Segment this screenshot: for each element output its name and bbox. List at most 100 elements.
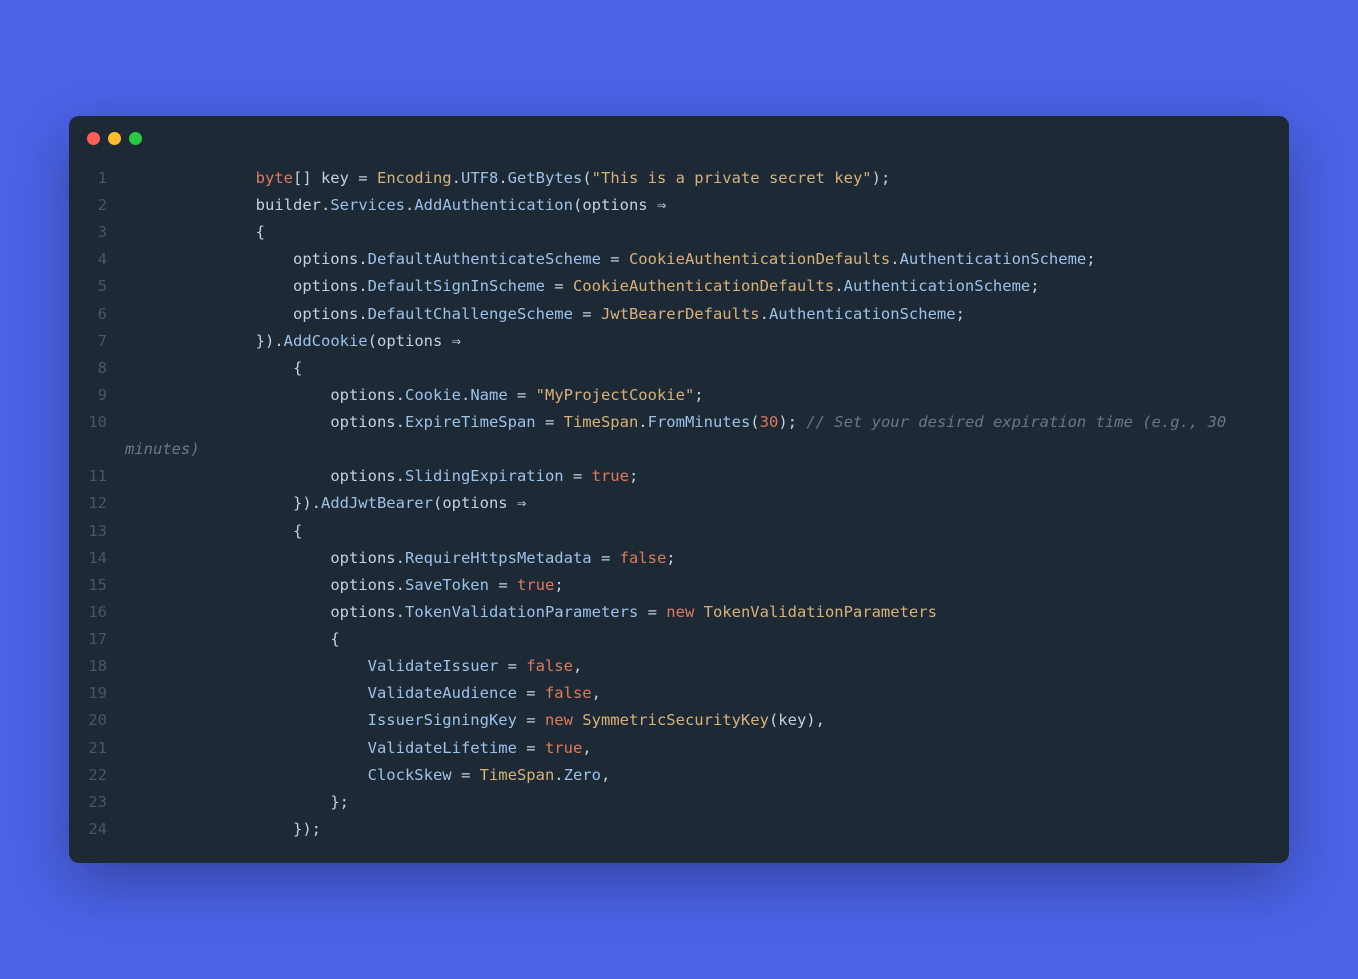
token [125, 305, 293, 323]
code-content: { [125, 626, 1271, 653]
token: GetBytes [508, 169, 583, 187]
token: }). [125, 332, 284, 350]
token: SymmetricSecurityKey [582, 711, 769, 729]
code-line[interactable]: 12 }).AddJwtBearer(options ⇒ [87, 490, 1271, 517]
token: ClockSkew [368, 766, 452, 784]
code-line[interactable]: 10 options.ExpireTimeSpan = TimeSpan.Fro… [87, 409, 1271, 463]
code-line[interactable]: 1 byte[] key = Encoding.UTF8.GetBytes("T… [87, 165, 1271, 192]
token: byte [256, 169, 293, 187]
code-editor[interactable]: 1 byte[] key = Encoding.UTF8.GetBytes("T… [69, 159, 1289, 863]
token: ⇒ [508, 494, 527, 512]
token: . [405, 196, 414, 214]
token: { [125, 522, 302, 540]
token: RequireHttpsMetadata [405, 549, 592, 567]
code-content: }).AddJwtBearer(options ⇒ [125, 490, 1271, 517]
line-number: 22 [87, 762, 125, 789]
token: = [564, 467, 592, 485]
minimize-icon[interactable] [108, 132, 121, 145]
token: IssuerSigningKey [368, 711, 517, 729]
code-line[interactable]: 22 ClockSkew = TimeSpan.Zero, [87, 762, 1271, 789]
token: ; [666, 549, 675, 567]
code-content: }; [125, 789, 1271, 816]
code-line[interactable]: 11 options.SlidingExpiration = true; [87, 463, 1271, 490]
token: . [554, 766, 563, 784]
token: false [545, 684, 592, 702]
code-content: { [125, 518, 1271, 545]
token: { [125, 223, 265, 241]
token: options [330, 386, 395, 404]
code-line[interactable]: 23 }; [87, 789, 1271, 816]
code-line[interactable]: 7 }).AddCookie(options ⇒ [87, 328, 1271, 355]
code-line[interactable]: 3 { [87, 219, 1271, 246]
token: . [461, 386, 470, 404]
code-line[interactable]: 16 options.TokenValidationParameters = n… [87, 599, 1271, 626]
token: . [321, 196, 330, 214]
token: SlidingExpiration [405, 467, 564, 485]
close-icon[interactable] [87, 132, 100, 145]
code-content: ValidateAudience = false, [125, 680, 1271, 707]
token: options [330, 576, 395, 594]
line-number: 19 [87, 680, 125, 707]
token: AddCookie [284, 332, 368, 350]
token: 30 [760, 413, 779, 431]
code-line[interactable]: 4 options.DefaultAuthenticateScheme = Co… [87, 246, 1271, 273]
token: . [396, 467, 405, 485]
code-content: ValidateIssuer = false, [125, 653, 1271, 680]
code-line[interactable]: 6 options.DefaultChallengeScheme = JwtBe… [87, 301, 1271, 328]
token: UTF8 [461, 169, 498, 187]
token: AuthenticationScheme [769, 305, 956, 323]
line-number: 3 [87, 219, 125, 246]
code-line[interactable]: 17 { [87, 626, 1271, 653]
token: ( [769, 711, 778, 729]
line-number: 14 [87, 545, 125, 572]
token: = [592, 549, 620, 567]
token: SaveToken [405, 576, 489, 594]
code-line[interactable]: 13 { [87, 518, 1271, 545]
line-number: 6 [87, 301, 125, 328]
code-line[interactable]: 15 options.SaveToken = true; [87, 572, 1271, 599]
line-number: 5 [87, 273, 125, 300]
token: DefaultChallengeScheme [368, 305, 573, 323]
token: CookieAuthenticationDefaults [629, 250, 890, 268]
code-line[interactable]: 18 ValidateIssuer = false, [87, 653, 1271, 680]
token: TimeSpan [564, 413, 639, 431]
token: Zero [564, 766, 601, 784]
code-content: IssuerSigningKey = new SymmetricSecurity… [125, 707, 1271, 734]
line-number: 4 [87, 246, 125, 273]
token: ); [872, 169, 891, 187]
token: ValidateAudience [368, 684, 517, 702]
token: . [396, 386, 405, 404]
token: AddJwtBearer [321, 494, 433, 512]
token: , [592, 684, 601, 702]
token: [] key = [293, 169, 377, 187]
token: ); [778, 413, 806, 431]
line-number: 10 [87, 409, 125, 436]
code-line[interactable]: 21 ValidateLifetime = true, [87, 735, 1271, 762]
token: builder [256, 196, 321, 214]
token: , [573, 657, 582, 675]
token [125, 196, 256, 214]
token: = [489, 576, 517, 594]
token: . [760, 305, 769, 323]
code-line[interactable]: 20 IssuerSigningKey = new SymmetricSecur… [87, 707, 1271, 734]
line-number: 24 [87, 816, 125, 843]
maximize-icon[interactable] [129, 132, 142, 145]
token: ValidateIssuer [368, 657, 499, 675]
token [125, 549, 330, 567]
token: "This is a private secret key" [592, 169, 872, 187]
code-line[interactable]: 9 options.Cookie.Name = "MyProjectCookie… [87, 382, 1271, 409]
token: Encoding [377, 169, 452, 187]
code-line[interactable]: 24 }); [87, 816, 1271, 843]
token: true [517, 576, 554, 594]
code-line[interactable]: 5 options.DefaultSignInScheme = CookieAu… [87, 273, 1271, 300]
code-line[interactable]: 8 { [87, 355, 1271, 382]
token: AuthenticationScheme [844, 277, 1031, 295]
code-line[interactable]: 14 options.RequireHttpsMetadata = false; [87, 545, 1271, 572]
token: options [330, 603, 395, 621]
token [694, 603, 703, 621]
token: Name [470, 386, 507, 404]
code-line[interactable]: 19 ValidateAudience = false, [87, 680, 1271, 707]
code-line[interactable]: 2 builder.Services.AddAuthentication(opt… [87, 192, 1271, 219]
token [125, 603, 330, 621]
line-number: 8 [87, 355, 125, 382]
